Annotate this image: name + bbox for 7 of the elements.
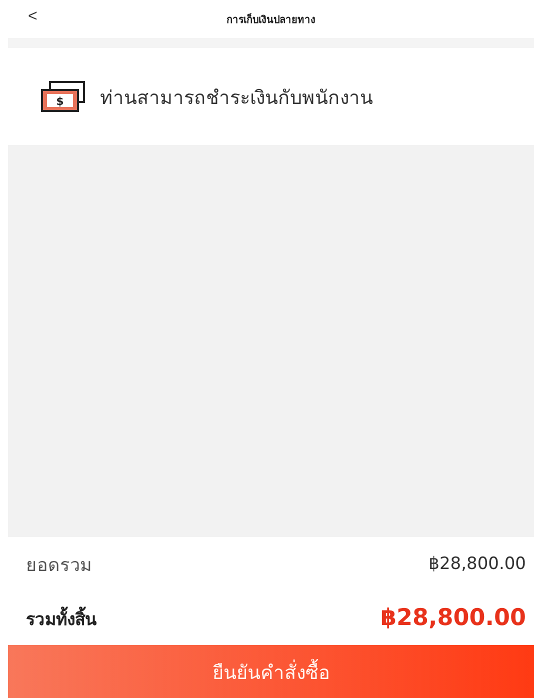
payment-note: ท่านสามารถชำระเงินกับพนักงาน xyxy=(100,86,373,110)
total-label: ยอดรวม xyxy=(26,554,92,578)
total-amount: ฿28,800.00 xyxy=(428,554,526,574)
page-title: การเก็บเงินปลายทาง xyxy=(226,12,316,26)
total-amount: ฿28,800.00 xyxy=(380,605,526,631)
total-label: รวมทั้งสิ้น xyxy=(26,604,97,632)
back-button[interactable]: < xyxy=(24,8,42,26)
